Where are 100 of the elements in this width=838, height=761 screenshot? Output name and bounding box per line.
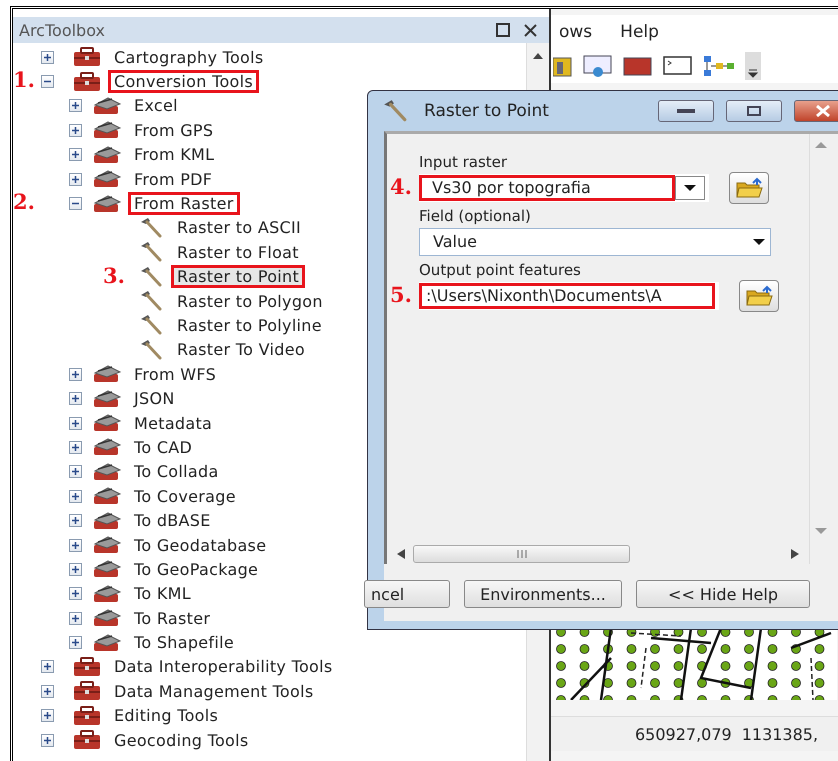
hammer-icon [139,264,163,289]
tree-item[interactable]: To CAD [128,436,198,459]
minimize-button[interactable] [658,100,714,122]
close-button[interactable] [794,100,838,122]
maximize-button[interactable] [726,100,782,122]
expand-icon[interactable] [69,562,82,576]
collapse-icon[interactable] [69,197,82,210]
expand-icon[interactable] [41,660,54,674]
expand-icon[interactable] [69,514,82,528]
tree-item[interactable]: Raster to Point [171,265,306,288]
tree-item[interactable]: From WFS [128,362,222,386]
toolset-icon [92,413,122,434]
tree-item[interactable]: To Coverage [128,484,242,508]
tree-item[interactable]: Data Management Tools [108,680,320,703]
tree-item[interactable]: Raster to Polygon [171,290,329,313]
expand-icon[interactable] [69,368,82,381]
hammer-icon [139,240,163,264]
expand-icon[interactable] [41,50,54,64]
expand-icon[interactable] [41,734,54,747]
step-number: 2. [13,190,35,214]
toolset-icon [92,169,122,190]
tree-item[interactable]: Geocoding Tools [108,728,255,752]
scroll-thumb[interactable] [413,545,630,563]
scroll-up-icon[interactable] [533,53,543,59]
toolset-icon [92,388,122,409]
toolset-icon [92,462,122,482]
tree-item[interactable]: Editing Tools [108,704,224,728]
tree-item[interactable]: From PDF [128,168,218,191]
expand-icon[interactable] [69,416,82,430]
scroll-left-icon[interactable] [397,549,405,559]
step-number: 1. [13,68,35,92]
diagram-icon[interactable] [703,54,735,78]
expand-icon[interactable] [69,490,82,503]
tree-item[interactable]: Raster to Polyline [171,314,328,337]
expand-icon[interactable] [69,538,82,552]
expand-icon[interactable] [41,684,54,698]
step-number: 5. [390,283,412,307]
tree-item[interactable]: Raster To Video [171,338,311,362]
tree-item[interactable]: To Geodatabase [128,534,272,556]
input-field[interactable]: Vs30 por topografia [419,175,675,201]
window-globe-icon[interactable] [583,54,613,78]
folder-icon [735,177,763,199]
tree-item[interactable]: Metadata [128,412,218,435]
menu-item[interactable]: ows [559,22,592,42]
scroll-right-icon[interactable] [791,549,799,559]
toolset-icon [92,510,122,531]
expand-icon[interactable] [69,440,82,454]
tree-item[interactable]: From Raster [128,192,240,216]
toolset-icon [92,608,122,628]
tree-item[interactable]: Cartography Tools [108,46,270,69]
tree-item[interactable]: To GeoPackage [128,558,264,581]
step-number: 4. [390,175,412,199]
tree-item[interactable]: To Raster [128,606,216,630]
expand-icon[interactable] [69,172,82,186]
close-icon[interactable] [524,24,537,36]
expand-icon[interactable] [69,124,82,137]
expand-icon[interactable] [69,465,82,478]
tree-item[interactable]: Excel [128,94,184,118]
hammer-icon [139,338,163,362]
tree-item[interactable]: To dBASE [128,509,217,532]
tree-item[interactable]: Conversion Tools [108,70,260,94]
dialog-button[interactable]: ncel [364,580,450,608]
tree-item[interactable]: JSON [128,387,181,410]
input-field[interactable]: :\Users\Nixonth\Documents\A [419,283,715,309]
dialog-button[interactable]: Environments... [464,580,622,608]
toolset-icon [92,144,122,165]
tree-item[interactable]: Raster to ASCII [171,216,308,240]
toolset-icon [92,364,122,384]
browse-button[interactable] [739,280,779,312]
coordinate-text: 650927,079 [635,724,732,744]
tree-item[interactable]: To Shapefile [128,631,240,654]
expand-icon[interactable] [69,612,82,625]
tree-item[interactable]: To KML [128,582,197,606]
caret-icon [683,184,697,192]
collapse-icon[interactable] [41,75,54,88]
tree-item[interactable]: From KML [128,143,220,166]
expand-icon[interactable] [41,709,54,722]
terminal-icon[interactable] [663,54,693,78]
expand-icon[interactable] [69,99,82,112]
browse-button[interactable] [729,172,769,204]
tree-item[interactable]: To Collada [128,460,225,484]
toolset-icon [92,96,122,116]
toolbox-icon [72,656,102,677]
overflow-icon[interactable] [745,52,761,80]
expand-icon[interactable] [69,148,82,162]
toolset-icon [92,486,122,506]
close-icon [815,105,831,117]
maximize-icon[interactable] [496,23,510,37]
expand-icon[interactable] [69,587,82,600]
menu-item[interactable]: Help [620,22,659,42]
panel-title: ArcToolbox [19,20,106,40]
hammer-icon [139,216,163,240]
tree-item[interactable]: Data Interoperability Tools [108,655,338,678]
dialog-button[interactable]: << Hide Help [636,580,810,608]
toolbox-icon [72,47,102,68]
toolset-icon [92,194,122,214]
expand-icon[interactable] [69,636,82,650]
expand-icon[interactable] [69,392,82,406]
tree-item[interactable]: From GPS [128,118,220,142]
tree-item[interactable]: Raster to Float [171,240,305,264]
